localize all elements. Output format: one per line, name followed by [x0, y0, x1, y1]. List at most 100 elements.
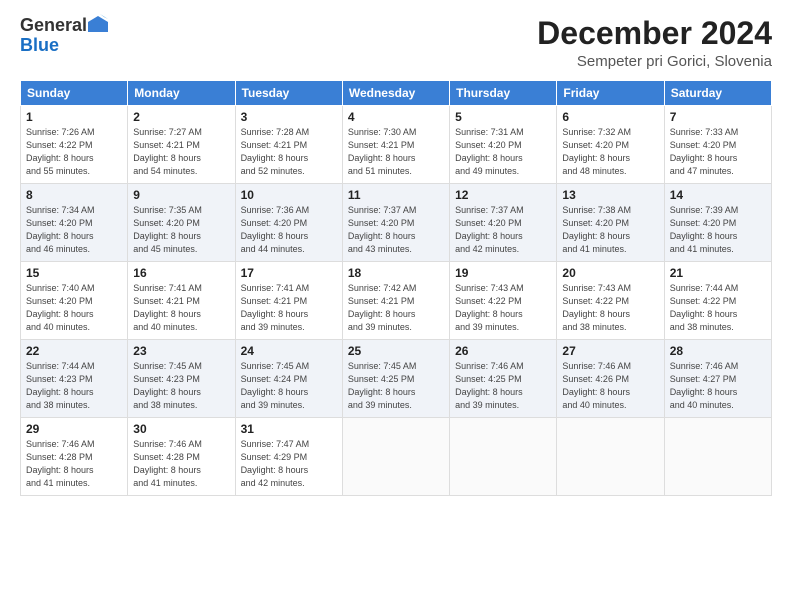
day-cell	[557, 418, 664, 496]
day-cell: 7 Sunrise: 7:33 AMSunset: 4:20 PMDaylight…	[664, 106, 771, 184]
header: General Blue December 2024 Sempeter pri …	[20, 16, 772, 70]
day-info: Sunrise: 7:26 AMSunset: 4:22 PMDaylight:…	[26, 126, 122, 178]
day-cell: 16 Sunrise: 7:41 AMSunset: 4:21 PMDayligh…	[128, 262, 235, 340]
day-info: Sunrise: 7:46 AMSunset: 4:27 PMDaylight:…	[670, 360, 766, 412]
day-info: Sunrise: 7:46 AMSunset: 4:25 PMDaylight:…	[455, 360, 551, 412]
day-cell: 13 Sunrise: 7:38 AMSunset: 4:20 PMDayligh…	[557, 184, 664, 262]
day-number: 15	[26, 266, 122, 280]
day-cell: 14 Sunrise: 7:39 AMSunset: 4:20 PMDayligh…	[664, 184, 771, 262]
day-number: 7	[670, 110, 766, 124]
day-number: 3	[241, 110, 337, 124]
week-row-2: 8 Sunrise: 7:34 AMSunset: 4:20 PMDaylight…	[21, 184, 772, 262]
day-number: 5	[455, 110, 551, 124]
day-number: 2	[133, 110, 229, 124]
day-cell: 27 Sunrise: 7:46 AMSunset: 4:26 PMDayligh…	[557, 340, 664, 418]
day-info: Sunrise: 7:33 AMSunset: 4:20 PMDaylight:…	[670, 126, 766, 178]
day-number: 22	[26, 344, 122, 358]
col-header-sunday: Sunday	[21, 81, 128, 106]
day-cell: 22 Sunrise: 7:44 AMSunset: 4:23 PMDayligh…	[21, 340, 128, 418]
day-info: Sunrise: 7:47 AMSunset: 4:29 PMDaylight:…	[241, 438, 337, 490]
day-cell: 1 Sunrise: 7:26 AMSunset: 4:22 PMDaylight…	[21, 106, 128, 184]
day-cell: 3 Sunrise: 7:28 AMSunset: 4:21 PMDaylight…	[235, 106, 342, 184]
day-info: Sunrise: 7:43 AMSunset: 4:22 PMDaylight:…	[562, 282, 658, 334]
page: General Blue December 2024 Sempeter pri …	[0, 0, 792, 612]
day-info: Sunrise: 7:28 AMSunset: 4:21 PMDaylight:…	[241, 126, 337, 178]
col-header-thursday: Thursday	[450, 81, 557, 106]
logo-icon	[88, 14, 108, 34]
week-row-4: 22 Sunrise: 7:44 AMSunset: 4:23 PMDayligh…	[21, 340, 772, 418]
day-number: 24	[241, 344, 337, 358]
day-number: 1	[26, 110, 122, 124]
day-number: 26	[455, 344, 551, 358]
col-header-tuesday: Tuesday	[235, 81, 342, 106]
day-cell: 4Sunrise: 7:30 AMSunset: 4:21 PMDaylight…	[342, 106, 449, 184]
day-cell: 31 Sunrise: 7:47 AMSunset: 4:29 PMDayligh…	[235, 418, 342, 496]
day-cell: 10 Sunrise: 7:36 AMSunset: 4:20 PMDayligh…	[235, 184, 342, 262]
calendar-table: SundayMondayTuesdayWednesdayThursdayFrid…	[20, 80, 772, 496]
day-cell: 18Sunrise: 7:42 AMSunset: 4:21 PMDayligh…	[342, 262, 449, 340]
day-info: Sunrise: 7:40 AMSunset: 4:20 PMDaylight:…	[26, 282, 122, 334]
day-cell: 6 Sunrise: 7:32 AMSunset: 4:20 PMDaylight…	[557, 106, 664, 184]
day-number: 23	[133, 344, 229, 358]
day-info: Sunrise: 7:46 AMSunset: 4:28 PMDaylight:…	[133, 438, 229, 490]
week-row-3: 15 Sunrise: 7:40 AMSunset: 4:20 PMDayligh…	[21, 262, 772, 340]
day-number: 16	[133, 266, 229, 280]
day-cell: 28Sunrise: 7:46 AMSunset: 4:27 PMDayligh…	[664, 340, 771, 418]
day-cell: 15 Sunrise: 7:40 AMSunset: 4:20 PMDayligh…	[21, 262, 128, 340]
day-number: 17	[241, 266, 337, 280]
day-number: 25	[348, 344, 444, 358]
day-cell: 29 Sunrise: 7:46 AMSunset: 4:28 PMDayligh…	[21, 418, 128, 496]
day-number: 20	[562, 266, 658, 280]
day-info: Sunrise: 7:36 AMSunset: 4:20 PMDaylight:…	[241, 204, 337, 256]
day-cell: 12Sunrise: 7:37 AMSunset: 4:20 PMDayligh…	[450, 184, 557, 262]
day-info: Sunrise: 7:46 AMSunset: 4:26 PMDaylight:…	[562, 360, 658, 412]
day-info: Sunrise: 7:41 AMSunset: 4:21 PMDaylight:…	[133, 282, 229, 334]
day-number: 8	[26, 188, 122, 202]
day-info: Sunrise: 7:30 AMSunset: 4:21 PMDaylight:…	[348, 126, 444, 178]
day-info: Sunrise: 7:44 AMSunset: 4:23 PMDaylight:…	[26, 360, 122, 412]
subtitle: Sempeter pri Gorici, Slovenia	[537, 53, 772, 70]
day-info: Sunrise: 7:32 AMSunset: 4:20 PMDaylight:…	[562, 126, 658, 178]
day-number: 10	[241, 188, 337, 202]
title-block: December 2024 Sempeter pri Gorici, Slove…	[537, 16, 772, 70]
day-number: 19	[455, 266, 551, 280]
day-info: Sunrise: 7:45 AMSunset: 4:24 PMDaylight:…	[241, 360, 337, 412]
day-info: Sunrise: 7:42 AMSunset: 4:21 PMDaylight:…	[348, 282, 444, 334]
day-info: Sunrise: 7:43 AMSunset: 4:22 PMDaylight:…	[455, 282, 551, 334]
day-info: Sunrise: 7:37 AMSunset: 4:20 PMDaylight:…	[348, 204, 444, 256]
day-info: Sunrise: 7:39 AMSunset: 4:20 PMDaylight:…	[670, 204, 766, 256]
day-number: 21	[670, 266, 766, 280]
col-header-monday: Monday	[128, 81, 235, 106]
day-info: Sunrise: 7:31 AMSunset: 4:20 PMDaylight:…	[455, 126, 551, 178]
logo: General Blue	[20, 16, 108, 56]
calendar-header-row: SundayMondayTuesdayWednesdayThursdayFrid…	[21, 81, 772, 106]
day-cell: 21 Sunrise: 7:44 AMSunset: 4:22 PMDayligh…	[664, 262, 771, 340]
day-number: 14	[670, 188, 766, 202]
day-cell: 9Sunrise: 7:35 AMSunset: 4:20 PMDaylight…	[128, 184, 235, 262]
day-info: Sunrise: 7:44 AMSunset: 4:22 PMDaylight:…	[670, 282, 766, 334]
day-number: 27	[562, 344, 658, 358]
col-header-wednesday: Wednesday	[342, 81, 449, 106]
day-number: 31	[241, 422, 337, 436]
day-cell: 25Sunrise: 7:45 AMSunset: 4:25 PMDayligh…	[342, 340, 449, 418]
week-row-5: 29 Sunrise: 7:46 AMSunset: 4:28 PMDayligh…	[21, 418, 772, 496]
day-cell: 24 Sunrise: 7:45 AMSunset: 4:24 PMDayligh…	[235, 340, 342, 418]
day-number: 6	[562, 110, 658, 124]
day-info: Sunrise: 7:37 AMSunset: 4:20 PMDaylight:…	[455, 204, 551, 256]
day-number: 29	[26, 422, 122, 436]
day-cell: 19 Sunrise: 7:43 AMSunset: 4:22 PMDayligh…	[450, 262, 557, 340]
day-info: Sunrise: 7:41 AMSunset: 4:21 PMDaylight:…	[241, 282, 337, 334]
day-cell: 8 Sunrise: 7:34 AMSunset: 4:20 PMDaylight…	[21, 184, 128, 262]
week-row-1: 1 Sunrise: 7:26 AMSunset: 4:22 PMDaylight…	[21, 106, 772, 184]
day-info: Sunrise: 7:35 AMSunset: 4:20 PMDaylight:…	[133, 204, 229, 256]
day-info: Sunrise: 7:27 AMSunset: 4:21 PMDaylight:…	[133, 126, 229, 178]
col-header-saturday: Saturday	[664, 81, 771, 106]
day-info: Sunrise: 7:45 AMSunset: 4:23 PMDaylight:…	[133, 360, 229, 412]
day-info: Sunrise: 7:34 AMSunset: 4:20 PMDaylight:…	[26, 204, 122, 256]
day-cell: 30 Sunrise: 7:46 AMSunset: 4:28 PMDayligh…	[128, 418, 235, 496]
day-info: Sunrise: 7:46 AMSunset: 4:28 PMDaylight:…	[26, 438, 122, 490]
day-number: 30	[133, 422, 229, 436]
day-cell	[450, 418, 557, 496]
day-number: 13	[562, 188, 658, 202]
day-info: Sunrise: 7:38 AMSunset: 4:20 PMDaylight:…	[562, 204, 658, 256]
